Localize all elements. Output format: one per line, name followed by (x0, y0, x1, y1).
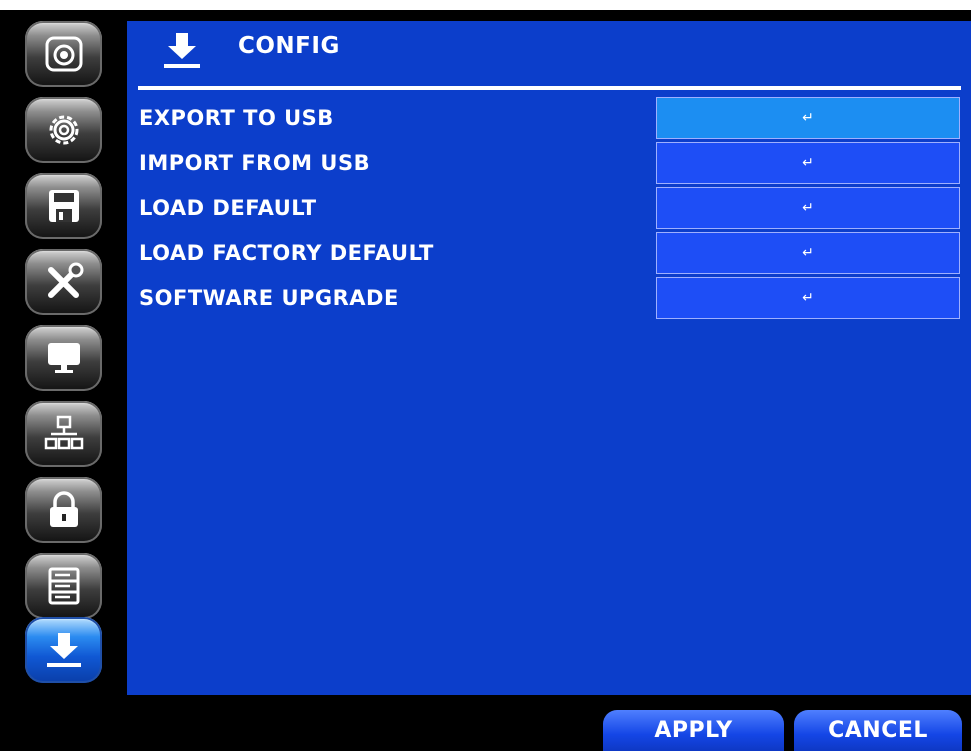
lock-icon (49, 491, 78, 527)
row-label-load-default: LOAD DEFAULT (139, 196, 317, 220)
enter-icon: ↵ (802, 200, 814, 216)
sidebar-item-display[interactable] (25, 325, 102, 391)
sidebar-item-camera[interactable] (25, 21, 102, 87)
monitor-icon (47, 343, 80, 373)
sidebar-item-network[interactable] (25, 401, 102, 467)
enter-icon: ↵ (802, 155, 814, 171)
download-icon (46, 633, 81, 667)
load-default-button[interactable]: ↵ (656, 187, 960, 229)
sidebar-item-settings[interactable] (25, 97, 102, 163)
tools-icon (47, 262, 83, 298)
enter-icon: ↵ (802, 290, 814, 306)
row-label-load-factory-default: LOAD FACTORY DEFAULT (139, 241, 434, 265)
import-from-usb-button[interactable]: ↵ (656, 142, 960, 184)
cancel-button[interactable]: CANCEL (794, 710, 962, 751)
enter-icon: ↵ (802, 245, 814, 261)
header-divider (138, 86, 961, 90)
sidebar-item-storage[interactable] (25, 553, 102, 619)
download-icon (164, 33, 200, 68)
sidebar-item-record[interactable] (25, 173, 102, 239)
floppy-disk-icon (48, 190, 79, 222)
gear-icon (49, 115, 78, 145)
sidebar-item-config[interactable] (25, 617, 102, 683)
export-to-usb-button[interactable]: ↵ (656, 97, 960, 139)
camera-icon (45, 36, 82, 72)
software-upgrade-button[interactable]: ↵ (656, 277, 960, 319)
apply-button[interactable]: APPLY (603, 710, 784, 751)
row-label-export-to-usb: EXPORT TO USB (139, 106, 334, 130)
sidebar-item-security[interactable] (25, 477, 102, 543)
storage-icon (48, 567, 79, 605)
enter-icon: ↵ (802, 110, 814, 126)
row-label-import-from-usb: IMPORT FROM USB (139, 151, 371, 175)
row-label-software-upgrade: SOFTWARE UPGRADE (139, 286, 399, 310)
network-icon (44, 415, 83, 450)
page-title: CONFIG (238, 33, 340, 59)
load-factory-default-button[interactable]: ↵ (656, 232, 960, 274)
sidebar-item-tools[interactable] (25, 249, 102, 315)
